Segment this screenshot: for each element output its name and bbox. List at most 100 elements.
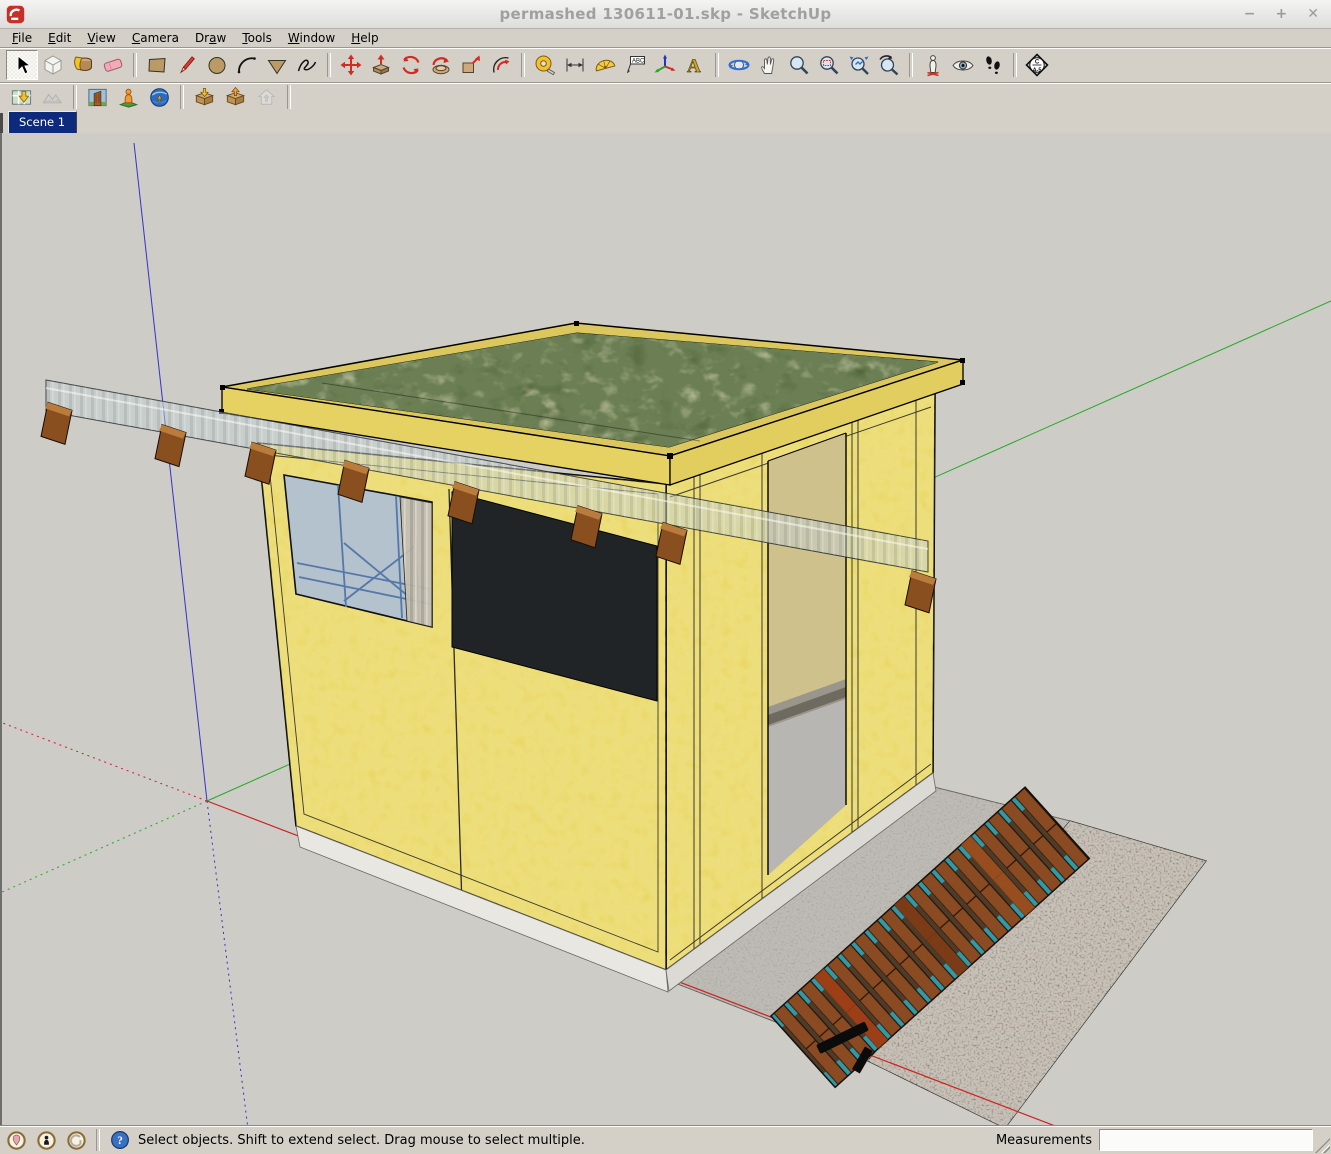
follow-me-button[interactable] <box>426 51 456 79</box>
google-toolbar <box>0 82 1331 111</box>
scale-button[interactable] <box>456 51 486 79</box>
preview-google-earth-icon <box>118 88 139 108</box>
section-plane-button[interactable]: C A-5 <box>1022 51 1052 79</box>
statusbar-separator <box>96 1129 100 1151</box>
axes-icon <box>654 54 676 73</box>
menu-file[interactable]: File <box>4 30 40 46</box>
toggle-terrain-button[interactable] <box>37 84 68 110</box>
axis-green-dotted <box>0 800 208 894</box>
make-component-button[interactable] <box>38 51 68 79</box>
dimension-button[interactable] <box>560 51 590 79</box>
position-camera-icon <box>927 55 939 77</box>
rectangle-button[interactable] <box>142 51 172 79</box>
share-model-button[interactable] <box>220 84 251 110</box>
line-button[interactable] <box>172 51 202 79</box>
walk-button[interactable] <box>978 51 1008 79</box>
sketchup-window: permashed 130611-01.skp - SketchUp − + ✕… <box>0 0 1331 1154</box>
freehand-button[interactable] <box>292 51 322 79</box>
geolocation-button[interactable] <box>6 1130 27 1151</box>
close-button[interactable]: ✕ <box>1307 7 1319 21</box>
measurements-label: Measurements <box>995 1132 1092 1148</box>
rotate-icon <box>402 55 420 75</box>
tape-measure-button[interactable] <box>530 51 560 79</box>
viewport-left-edge <box>0 133 2 1125</box>
select-icon <box>17 54 32 75</box>
google-earth-button[interactable] <box>144 84 175 110</box>
help-icon: ? <box>111 1131 129 1149</box>
menu-draw[interactable]: Draw <box>187 30 234 46</box>
google-signin-button[interactable] <box>66 1130 87 1151</box>
help-button[interactable]: ? <box>110 1130 130 1150</box>
rotate-button[interactable] <box>396 51 426 79</box>
title-bar: permashed 130611-01.skp - SketchUp − + ✕ <box>0 0 1331 29</box>
preview-google-earth-button[interactable] <box>113 84 144 110</box>
add-location-icon <box>11 89 32 105</box>
get-models-icon <box>194 87 215 105</box>
text-button[interactable]: ABC <box>620 51 650 79</box>
polygon-button[interactable] <box>262 51 292 79</box>
axis-blue-solid <box>133 142 208 802</box>
claim-credit-button[interactable] <box>36 1130 57 1151</box>
freehand-icon <box>297 59 317 72</box>
maximize-button[interactable]: + <box>1276 7 1288 21</box>
minimize-button[interactable]: − <box>1244 7 1256 21</box>
menu-tools[interactable]: Tools <box>234 30 280 46</box>
zoom-previous-button[interactable] <box>874 51 904 79</box>
push-pull-button[interactable] <box>366 51 396 79</box>
status-bar: ? Select objects. Shift to extend select… <box>0 1126 1331 1154</box>
interior-back-wall <box>768 433 846 707</box>
zoom-window-button[interactable] <box>814 51 844 79</box>
orbit-icon <box>728 59 750 71</box>
menu-bar: File Edit View Camera Draw Tools Window Help <box>0 29 1331 47</box>
menu-view[interactable]: View <box>79 30 123 46</box>
menu-window[interactable]: Window <box>280 30 343 46</box>
walk-icon <box>986 56 1000 74</box>
geolocation-icon <box>7 1130 26 1150</box>
circle-button[interactable] <box>202 51 232 79</box>
zoom-extents-icon <box>849 56 869 75</box>
tape-measure-icon <box>535 55 556 76</box>
svg-text:A: A <box>687 56 701 77</box>
paint-bucket-button[interactable] <box>68 51 98 79</box>
share-component-button[interactable] <box>251 84 282 110</box>
zoom-extents-button[interactable] <box>844 51 874 79</box>
toolbar-separator <box>1013 53 1017 77</box>
dimension-icon <box>566 58 584 72</box>
move-button[interactable] <box>336 51 366 79</box>
select-button[interactable] <box>6 50 38 80</box>
position-camera-button[interactable] <box>918 51 948 79</box>
arc-icon <box>237 57 256 74</box>
photo-textures-button[interactable] <box>82 84 113 110</box>
model-canvas[interactable] <box>0 133 1331 1126</box>
add-location-button[interactable] <box>6 84 37 110</box>
door-opening[interactable] <box>767 432 847 875</box>
menu-camera[interactable]: Camera <box>124 30 187 46</box>
3d-text-button[interactable]: A <box>680 51 710 79</box>
menu-edit[interactable]: Edit <box>40 30 79 46</box>
line-icon <box>179 56 195 74</box>
look-around-button[interactable] <box>948 51 978 79</box>
pan-button[interactable] <box>754 51 784 79</box>
svg-text:C: C <box>1035 60 1040 66</box>
zoom-button[interactable] <box>784 51 814 79</box>
arc-button[interactable] <box>232 51 262 79</box>
svg-text:ABC: ABC <box>632 59 645 65</box>
orbit-button[interactable] <box>724 51 754 79</box>
share-component-icon <box>257 88 276 105</box>
claim-credit-icon <box>37 1130 56 1150</box>
sketchup-logo-icon <box>6 5 25 24</box>
protractor-button[interactable] <box>590 51 620 79</box>
eraser-icon <box>103 58 123 72</box>
scene-tab-1[interactable]: Scene 1 <box>8 111 78 133</box>
polygon-icon <box>267 60 287 75</box>
photo-textures-icon <box>88 88 107 106</box>
menu-help[interactable]: Help <box>343 30 386 46</box>
circle-icon <box>208 57 226 74</box>
text-icon: ABC <box>627 56 645 74</box>
model-viewport[interactable] <box>0 133 1331 1126</box>
offset-button[interactable] <box>486 51 516 79</box>
eraser-button[interactable] <box>98 51 128 79</box>
axes-button[interactable] <box>650 51 680 79</box>
measurements-input[interactable] <box>1099 1129 1313 1151</box>
get-models-button[interactable] <box>189 84 220 110</box>
